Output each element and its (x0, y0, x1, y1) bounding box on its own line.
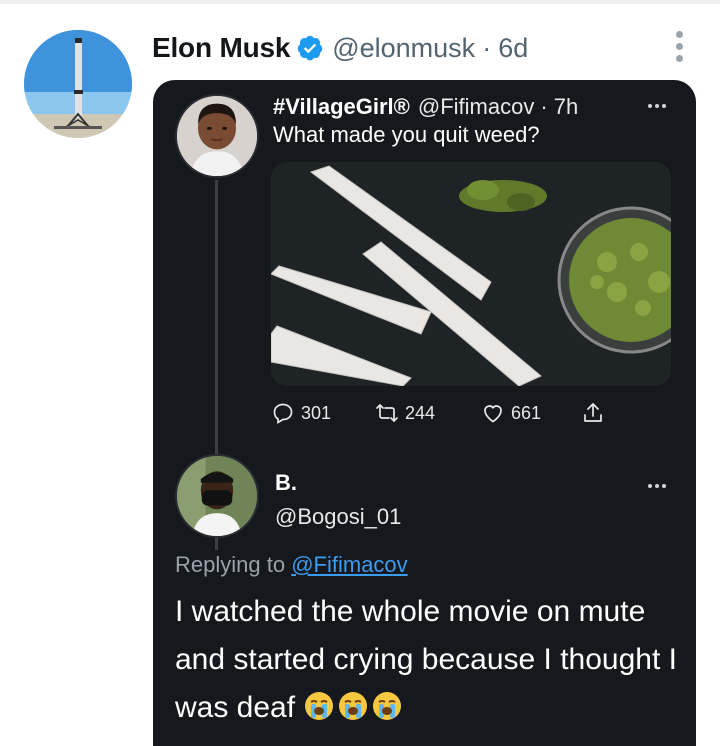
reply-author-name: B. (275, 470, 297, 495)
quoted-author-handle: @Fifimacov (417, 94, 535, 119)
reply-author-handle: @Bogosi_01 (275, 504, 402, 529)
quoted-author-avatar (175, 94, 259, 178)
share-icon (581, 401, 605, 425)
quoted-share-action (581, 398, 605, 428)
loudly-crying-face-icon (303, 690, 335, 722)
tweet-header: Elon Musk @elonmusk · 6d (152, 28, 528, 68)
post-time[interactable]: 6d (498, 33, 528, 64)
author-handle[interactable]: @elonmusk (332, 33, 475, 64)
retweet-count: 244 (405, 402, 436, 423)
meta-separator: · (482, 32, 492, 63)
quoted-more-icon (648, 104, 666, 108)
embedded-screenshot[interactable]: #VillageGirl® @Fifimacov · 7h What made … (153, 80, 696, 746)
heart-icon (481, 401, 505, 425)
reply-more-icon (648, 484, 666, 488)
more-vertical-icon[interactable] (664, 26, 694, 66)
loudly-crying-face-icon (337, 690, 369, 722)
author-name[interactable]: Elon Musk (152, 32, 290, 64)
loudly-crying-face-icon (371, 690, 403, 722)
quoted-tweet-header: #VillageGirl® @Fifimacov · 7h (273, 92, 578, 122)
reply-author-avatar (175, 454, 259, 538)
quoted-action-bar: 301 244 661 (271, 398, 631, 428)
quoted-like-action: 661 (481, 398, 541, 428)
quoted-author-name: #VillageGirl® (273, 94, 410, 119)
quoted-time: · 7h (540, 94, 579, 119)
quoted-tweet-text: What made you quit weed? (273, 122, 540, 147)
like-count: 661 (511, 402, 542, 423)
top-divider (0, 0, 720, 4)
reply-text: I watched the whole movie on mute and st… (175, 595, 677, 724)
quoted-reply-action: 301 (271, 398, 331, 428)
crying-emojis (303, 690, 403, 722)
quoted-tweet-image (271, 162, 671, 386)
author-avatar[interactable] (24, 30, 132, 138)
verified-badge-icon (296, 34, 324, 62)
replying-to-line: Replying to @Fifimacov (175, 552, 408, 578)
retweet-icon (375, 401, 399, 425)
replying-to-label: Replying to (175, 552, 286, 577)
reply-icon (271, 401, 295, 425)
reply-count: 301 (301, 402, 332, 423)
rocket-avatar-image (24, 30, 132, 138)
replying-to-link: @Fifimacov (291, 552, 408, 577)
reply-text-block: I watched the whole movie on mute and st… (175, 588, 685, 732)
quoted-retweet-action: 244 (375, 398, 435, 428)
